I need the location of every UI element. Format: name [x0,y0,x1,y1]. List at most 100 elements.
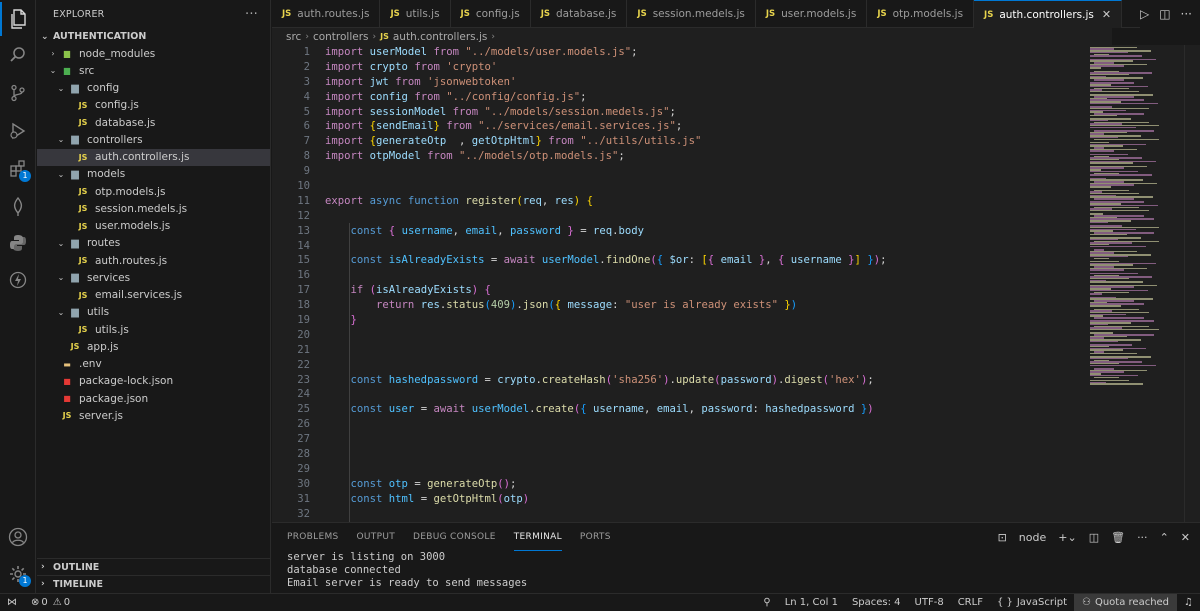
close-icon[interactable]: ✕ [1102,8,1111,21]
language-mode[interactable]: { } JavaScript [990,597,1074,608]
folder-item[interactable]: ⌄ ▆ controllers [37,131,270,148]
line-number: 8 [303,150,310,163]
explorer-icon[interactable] [0,2,36,36]
code-line: const isAlreadyExists = await userModel.… [325,253,1115,268]
code-editor[interactable]: 1 2 3 4 5 6 7 8 9 10 11 12 13 14 15 16 17 18 19 20 21 22 23 24 2… [272,45,1200,522]
run-icon[interactable]: ▷ [1140,7,1149,21]
folder-item[interactable]: ⌄ ▆ routes [37,235,270,252]
copilot-quota[interactable]: ⚇ Quota reached [1074,593,1178,611]
outline-section[interactable]: › OUTLINE [37,558,271,575]
code-token: 'crypto' [446,60,498,73]
editor-actions: ▷ ◫ ··· [1139,0,1200,28]
code-token: from [407,90,447,103]
problems-indicator[interactable]: ⊗ 0 ⚠ 0 [24,597,77,608]
code-token: ; [510,477,517,490]
split-editor-icon[interactable]: ◫ [1159,7,1170,21]
encoding[interactable]: UTF-8 [908,597,951,608]
code-token: { [484,284,491,297]
folder-item[interactable]: ⌄ ▆ config [37,80,270,97]
editor-tab[interactable]: JS auth.routes.js [272,0,381,28]
close-icon[interactable]: ✕ [1181,531,1190,544]
editor-tab[interactable]: JS otp.models.js [867,0,975,28]
minimap[interactable] [1090,45,1180,385]
line-ending[interactable]: CRLF [951,597,990,608]
warning-count: 0 [63,597,71,608]
thunder-client-icon[interactable] [0,263,36,297]
editor-tab[interactable]: JS utils.js [380,0,451,28]
timeline-section[interactable]: › TIMELINE [37,575,271,592]
file-item[interactable]: ■ package-lock.json [37,373,270,390]
more-actions-icon[interactable]: ··· [1137,531,1148,544]
panel-tab[interactable]: DEBUG CONSOLE [413,523,496,551]
code-line: const html = getOtpHtml(otp) [325,492,1115,507]
file-item[interactable]: ▬ .env [37,356,270,373]
code-token: } [777,299,791,312]
split-terminal-icon[interactable]: ◫ [1089,531,1099,544]
panel-tab[interactable]: PROBLEMS [287,523,339,551]
folder-item[interactable]: ⌄ ▆ services [37,269,270,286]
file-item[interactable]: JS email.services.js [37,287,270,304]
file-item[interactable]: JS server.js [37,407,270,424]
panel-tab[interactable]: TERMINAL [513,523,562,551]
folder-item[interactable]: ⌄ ▆ src [37,62,270,79]
file-item[interactable]: JS otp.models.js [37,183,270,200]
mongodb-leaf-icon[interactable] [0,190,36,224]
line-number: 1 [303,46,310,58]
js-file-icon: JS [78,187,88,197]
file-item[interactable]: JS session.medels.js [37,200,270,217]
maximize-panel-icon[interactable]: ⌃ [1160,531,1169,544]
breadcrumb-item[interactable]: auth.controllers.js [393,31,488,43]
folder-item[interactable]: ⌄ ▆ models [37,166,270,183]
source-control-icon[interactable] [0,76,36,110]
more-actions-icon[interactable]: ··· [245,7,258,22]
vertical-scrollbar[interactable] [1184,45,1198,522]
file-item[interactable]: JS auth.controllers.js [37,148,270,166]
breadcrumb-item[interactable]: controllers [313,31,369,43]
python-icon[interactable] [0,226,36,260]
file-item[interactable]: JS user.models.js [37,218,270,235]
terminal-output[interactable]: server is listing on 3000 database connec… [272,551,1200,590]
file-item[interactable]: JS app.js [37,338,270,355]
line-number: 3 [303,75,310,88]
file-tree: › ▆ node_modules ⌄ ▆ src ⌄ ▆ config JS config.js JS… [37,45,270,425]
breadcrumb-item[interactable]: src [286,31,301,43]
code-token: username [401,224,453,237]
editor-tab[interactable]: JS config.js [451,0,531,28]
editor-tab[interactable]: JS auth.controllers.js ✕ [974,0,1123,28]
terminal-name[interactable]: node [1019,531,1046,544]
manage-gear-icon[interactable]: 1 [0,557,36,591]
chevron-down-icon: ⌄ [57,169,65,179]
more-actions-icon[interactable]: ··· [1181,7,1192,21]
folder-item[interactable]: ⌄ ▆ utils [37,304,270,321]
extensions-icon[interactable]: 1 [0,152,36,186]
remote-indicator[interactable]: ⋈ [0,597,24,608]
folder-item[interactable]: › ▆ node_modules [37,45,270,62]
new-terminal-icon[interactable]: +⌄ [1058,531,1076,544]
editor-tab[interactable]: JS session.medels.js [627,0,756,28]
debug-icon[interactable]: ⚲ [756,597,777,608]
indentation[interactable]: Spaces: 4 [845,597,908,608]
line-number: 22 [297,358,310,371]
code-token: "../config/config.js" [446,90,581,103]
notifications-icon[interactable]: ♫ [1177,597,1200,608]
workspace-section-header[interactable]: ⌄ AUTHENTICATION [37,28,270,45]
search-icon[interactable] [0,38,36,72]
trash-icon[interactable]: 🗑 [1111,531,1125,544]
account-icon[interactable] [0,520,36,554]
line-number: 18 [297,299,310,312]
file-item[interactable]: ■ package.json [37,390,270,407]
code-content[interactable]: import userModel from "../models/user.mo… [325,45,1115,522]
status-bar: ⋈ ⊗ 0 ⚠ 0 ⚲ Ln 1, Col 1 Spaces: 4 UTF-8 … [0,593,1200,611]
cursor-position[interactable]: Ln 1, Col 1 [778,597,845,608]
run-debug-icon[interactable] [0,114,36,148]
editor-tab[interactable]: JS database.js [531,0,628,28]
panel-tab[interactable]: PORTS [580,523,611,551]
file-item[interactable]: JS utils.js [37,321,270,338]
folder-icon: ▆ [71,82,79,94]
file-item[interactable]: JS database.js [37,114,270,131]
editor-tab[interactable]: JS user.models.js [756,0,868,28]
file-item[interactable]: JS auth.routes.js [37,252,270,269]
file-item[interactable]: JS config.js [37,97,270,114]
panel-tab[interactable]: OUTPUT [357,523,395,551]
